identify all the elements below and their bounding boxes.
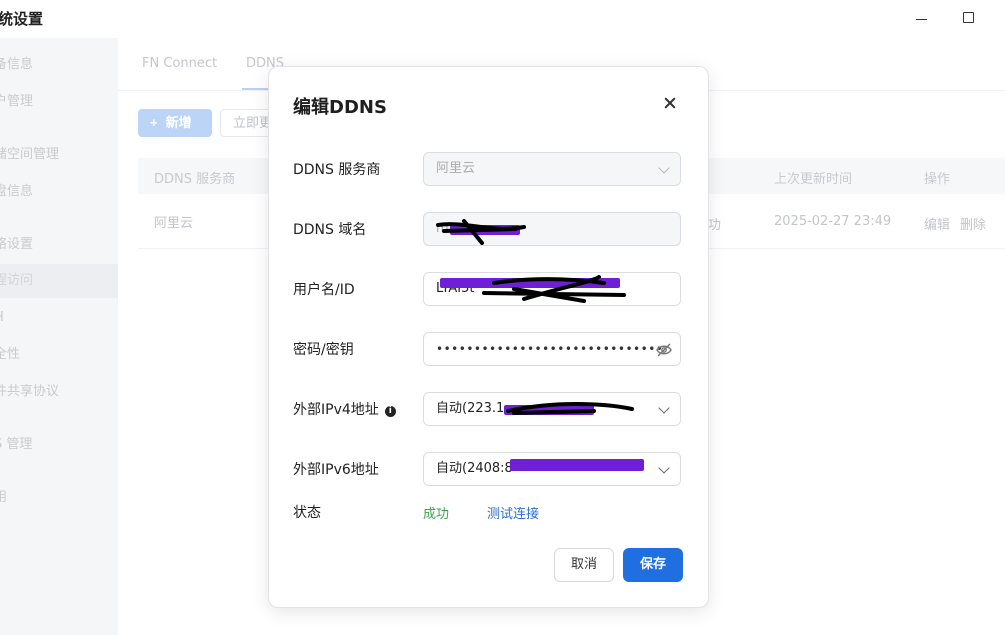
sidebar-item-remote-access[interactable]: 程访问 [0,264,118,298]
sidebar-item-security[interactable]: 全性 [0,338,118,372]
test-connection-link[interactable]: 测试连接 [487,503,539,522]
sidebar-item-file-sharing[interactable]: 件共享协议 [0,375,118,409]
redaction-mark [510,459,644,471]
sidebar-item-users[interactable]: 户管理 [0,85,118,119]
header-last-update: 上次更新时间 [774,172,853,187]
close-icon[interactable] [659,91,683,115]
chevron-down-icon [658,162,670,174]
header-provider: DDNS 服务商 [154,172,236,187]
chevron-down-icon [658,462,670,474]
sidebar: 备信息 户管理 储空间管理 盘信息 络设置 程访问 H 全性 件共享协议 S 管… [0,38,118,635]
password-label: 密码/密钥 [293,342,354,358]
sidebar-item-s-manage[interactable]: S 管理 [0,428,118,462]
sidebar-item-disk-info[interactable]: 盘信息 [0,175,118,209]
minimize-icon[interactable] [914,10,932,28]
dialog-title: 编辑DDNS [293,97,387,118]
add-button-label: 新增 [165,115,192,130]
row-last-update: 2025-02-27 23:49 [774,214,892,229]
username-input[interactable]: LTAI5t [423,272,681,306]
row-edit-link[interactable]: 编辑 [924,214,950,233]
plus-icon: + [150,115,158,130]
row-status: 功 [708,218,722,233]
sidebar-item-apps[interactable]: 用 [0,481,118,515]
eye-off-icon[interactable] [656,342,672,358]
redaction-scribble [436,219,526,245]
row-delete-link[interactable]: 删除 [960,214,986,233]
info-icon[interactable]: i [384,406,396,417]
domain-field: m [423,212,681,246]
window-title: 统设置 [0,10,44,28]
row-provider: 阿里云 [154,216,194,231]
sidebar-item-storage[interactable]: 储空间管理 [0,138,118,172]
ipv4-label: 外部IPv4地址 i [293,399,396,419]
username-label: 用户名/ID [293,282,355,298]
redaction-scribble [482,275,626,303]
ipv6-select[interactable]: 自动(2408:8 [423,452,681,486]
password-input[interactable]: •••••••••••••••••••••••••••••• [423,332,681,366]
sidebar-item-ssh[interactable]: H [0,301,118,335]
header-actions: 操作 [924,172,951,187]
ipv6-label: 外部IPv6地址 [293,462,379,478]
password-value: •••••••••••••••••••••••••••••• [436,342,664,356]
sidebar-item-network[interactable]: 络设置 [0,228,118,262]
cancel-button[interactable]: 取消 [554,548,614,582]
edit-ddns-dialog: 编辑DDNS DDNS 服务商 阿里云 DDNS 域名 m 用户名/ID LTA… [268,66,709,608]
redaction-scribble [506,402,634,415]
provider-select: 阿里云 [423,152,681,186]
add-button[interactable]: + 新增 [138,109,212,137]
ipv4-label-text: 外部IPv4地址 [293,402,379,418]
provider-label: DDNS 服务商 [293,162,381,178]
tab-fn-connect[interactable]: FN Connect [142,56,217,71]
save-button[interactable]: 保存 [623,548,683,582]
ipv6-value: 自动(2408:8 [436,461,513,476]
domain-label: DDNS 域名 [293,222,367,238]
sidebar-item-device-info[interactable]: 备信息 [0,48,118,82]
title-bar: 统设置 [0,0,1005,38]
status-value: 成功 [423,507,450,522]
status-label: 状态 [293,505,321,521]
provider-value: 阿里云 [436,161,476,176]
ipv4-select[interactable]: 自动(223.1 [423,392,681,426]
maximize-icon[interactable] [961,10,979,28]
